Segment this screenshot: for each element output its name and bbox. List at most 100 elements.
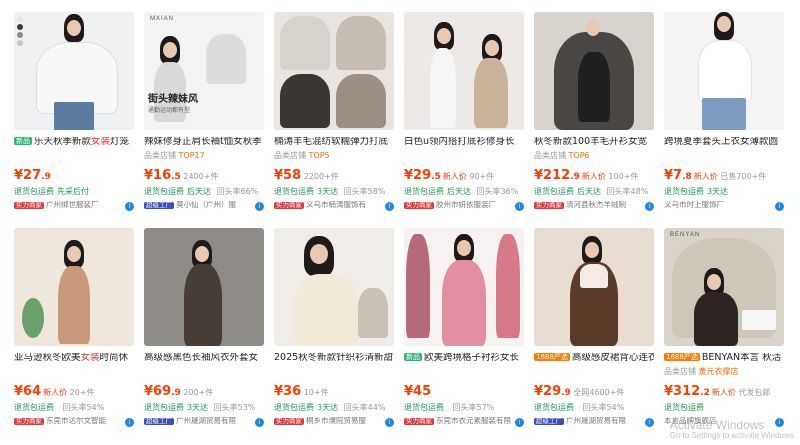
service-row: 退货包运费 后天达 回头率66% <box>144 187 264 199</box>
seller-location[interactable]: 广州绑世服装厂 <box>46 201 99 209</box>
photo-brand-label: BENYAN <box>670 232 701 238</box>
store-rank: 黄元衣撑店 <box>698 367 739 376</box>
product-title-text: 高级感黑色长袖风衣外套女 <box>144 353 259 363</box>
product-subtitle <box>404 151 524 163</box>
price-value: ¥36 <box>274 385 302 399</box>
product-subtitle: 品类店铺 TOP17 <box>144 151 264 163</box>
product-card[interactable]: 新品 欧美跨境格子衬衫女长 ¥45 退货包运费 回头率57% 实力商家 东莞市衣元素… <box>404 228 524 440</box>
product-title[interactable]: 1688严选 高级感皮裙背心连衣 <box>534 353 654 365</box>
info-icon[interactable]: i <box>775 202 784 211</box>
service-row: 退货包运费 回头率57% <box>404 403 524 415</box>
product-title-text: 跨境夏季套头上衣女薄款圆 <box>664 137 779 147</box>
return-rate: 回头率58% <box>343 187 386 196</box>
price-value: ¥7.8 <box>664 169 692 183</box>
info-icon[interactable]: i <box>515 202 524 211</box>
color-swatch[interactable] <box>17 16 23 22</box>
seller-location[interactable]: 义乌市楠涛服饰有 <box>306 201 366 209</box>
price-row: ¥29.9 全网4600+件 <box>534 385 654 401</box>
color-swatch[interactable] <box>17 32 23 38</box>
seller-location[interactable]: 广州晟湖贸易有限 <box>566 417 626 425</box>
product-image[interactable] <box>14 228 134 346</box>
new-user-price-label: 新人价 <box>43 388 68 397</box>
product-title[interactable]: 1688严选 BENYAN本言 秋活 <box>664 353 784 365</box>
free-return-label: 退货包运费 <box>534 403 574 412</box>
product-card[interactable]: 秋冬新款100羊毛开衫女宽 品类店铺 TOP6 ¥212.9 新人价 100+件 … <box>534 12 654 224</box>
price-value: ¥29.5 <box>404 169 441 183</box>
return-rate: 回头率48% <box>606 187 649 196</box>
product-card[interactable]: 白色u领内搭打底衫修身长 ¥29.5 新人价 90+件 退货包运费 后天达 回头率3… <box>404 12 524 224</box>
product-image[interactable] <box>14 12 134 130</box>
color-swatch[interactable] <box>17 40 23 46</box>
product-title[interactable]: 楠涛羊毛混纺软糯弹力打底 <box>274 137 394 149</box>
product-subtitle <box>664 151 784 163</box>
product-card[interactable]: 跨境夏季套头上衣女薄款圆 ¥7.8 新人价 已售700+件 退货包运费 3天达 义乌… <box>664 12 784 224</box>
seller-location[interactable]: 莫小仙（广州）服 <box>176 201 236 209</box>
product-title[interactable]: 新品 欧美跨境格子衬衫女长 <box>404 353 524 365</box>
info-icon[interactable]: i <box>385 202 394 211</box>
price-row: ¥16.5 2400+件 <box>144 169 264 185</box>
product-image[interactable] <box>274 228 394 346</box>
info-icon[interactable]: i <box>645 202 654 211</box>
product-title[interactable]: 2025秋冬新款针织衫清新甜 <box>274 353 394 365</box>
seller-location[interactable]: 东莞市衣元素服装有限 <box>436 417 511 425</box>
product-card[interactable]: 楠涛羊毛混纺软糯弹力打底 品类店铺 TOP5 ¥58 2200+件 退货包运费 3… <box>274 12 394 224</box>
product-image[interactable] <box>534 228 654 346</box>
delivery-label: 3天达 <box>317 187 339 196</box>
product-title[interactable]: 秋冬新款100羊毛开衫女宽 <box>534 137 654 149</box>
product-image[interactable] <box>404 12 524 130</box>
info-icon[interactable]: i <box>125 202 134 211</box>
product-title[interactable]: 亚马逊秋冬欧美女装时尚休 <box>14 353 134 365</box>
info-icon[interactable]: i <box>645 418 654 427</box>
product-title[interactable]: 白色u领内搭打底衫修身长 <box>404 137 524 149</box>
product-card[interactable]: 2025秋冬新款针织衫清新甜 ¥36 10+件 退货包运费 3天达 回头率44% … <box>274 228 394 440</box>
sales-count: 已售700+件 <box>720 172 767 181</box>
product-card[interactable]: BENYAN 1688严选 BENYAN本言 秋活 品类店铺 黄元衣撑店 ¥312… <box>664 228 784 440</box>
free-return-label: 退货包运费 <box>14 187 54 196</box>
product-card[interactable]: 1688严选 高级感皮裙背心连衣 ¥29.9 全网4600+件 退货包运费 回头率… <box>534 228 654 440</box>
seller-location[interactable]: 胶州市妍依服装厂 <box>436 201 496 209</box>
product-image[interactable]: MXIAN 街头辣妹风 通勤运动都有型 <box>144 12 264 130</box>
factory-badge: 实力商家 <box>534 201 564 210</box>
info-icon[interactable]: i <box>385 418 394 427</box>
product-title[interactable]: 辣妹修身正肩长袖t恤女秋季 <box>144 137 264 149</box>
store-category-label: 品类店铺 <box>144 151 176 160</box>
product-card[interactable]: MXIAN 街头辣妹风 通勤运动都有型 辣妹修身正肩长袖t恤女秋季 品类店铺 TOP… <box>144 12 264 224</box>
seller-location[interactable]: 桐乡市濮院贸易服 <box>306 417 366 425</box>
seller-location[interactable]: 义乌市时上服饰厂 <box>664 201 724 209</box>
seller-location[interactable]: 东莞市达尔文智能 <box>46 417 106 425</box>
service-row: 退货包运费 回头率54% <box>14 403 134 415</box>
price-value: ¥29.9 <box>534 385 571 399</box>
factory-badge: 实力商家 <box>14 417 44 426</box>
info-icon[interactable]: i <box>515 418 524 427</box>
delivery-label: 3天达 <box>707 187 729 196</box>
info-icon[interactable]: i <box>255 202 264 211</box>
free-return-label: 退货包运费 <box>274 187 314 196</box>
product-title-text: 楠涛羊毛混纺软糯弹力打底 <box>274 137 389 147</box>
product-card[interactable]: 高级感黑色长袖风衣外套女 ¥69.9 200+件 退货包运费 3天达 回头率53%… <box>144 228 264 440</box>
product-card[interactable]: 新品 乐天秋季新款女装灯笼 ¥27.9 退货包运费 先采后付 实力商家 广州绑世服装厂… <box>14 12 134 224</box>
sales-count: 20+件 <box>69 388 95 397</box>
product-image[interactable]: BENYAN <box>664 228 784 346</box>
product-image[interactable] <box>534 12 654 130</box>
product-image[interactable] <box>274 12 394 130</box>
product-title-text: 欧美跨境格子衬衫女长 <box>424 353 520 363</box>
info-icon[interactable]: i <box>125 418 134 427</box>
photo-brand-label: MXIAN <box>150 16 175 22</box>
seller-row: 实力商家 广州绑世服装厂 i <box>14 201 134 214</box>
product-image[interactable] <box>664 12 784 130</box>
product-image[interactable] <box>144 228 264 346</box>
product-title[interactable]: 高级感黑色长袖风衣外套女 <box>144 353 264 365</box>
return-rate: 回头率54% <box>62 403 105 412</box>
return-rate: 回头率54% <box>582 403 625 412</box>
info-icon[interactable]: i <box>255 418 264 427</box>
price-value: ¥212.9 <box>534 169 580 183</box>
seller-location[interactable]: 广州晟湖贸易有限 <box>176 417 236 425</box>
product-image[interactable] <box>404 228 524 346</box>
seller-location[interactable]: 清河县秋杰羊绒制 <box>566 201 626 209</box>
product-tag: 新品 <box>404 353 422 362</box>
product-title[interactable]: 跨境夏季套头上衣女薄款圆 <box>664 137 784 149</box>
product-title[interactable]: 新品 乐天秋季新款女装灯笼 <box>14 137 134 149</box>
product-title-highlight: 女装 <box>91 137 111 147</box>
product-card[interactable]: 亚马逊秋冬欧美女装时尚休 ¥64 新人价 20+件 退货包运费 回头率54% 实力… <box>14 228 134 440</box>
color-swatch[interactable] <box>17 24 23 30</box>
